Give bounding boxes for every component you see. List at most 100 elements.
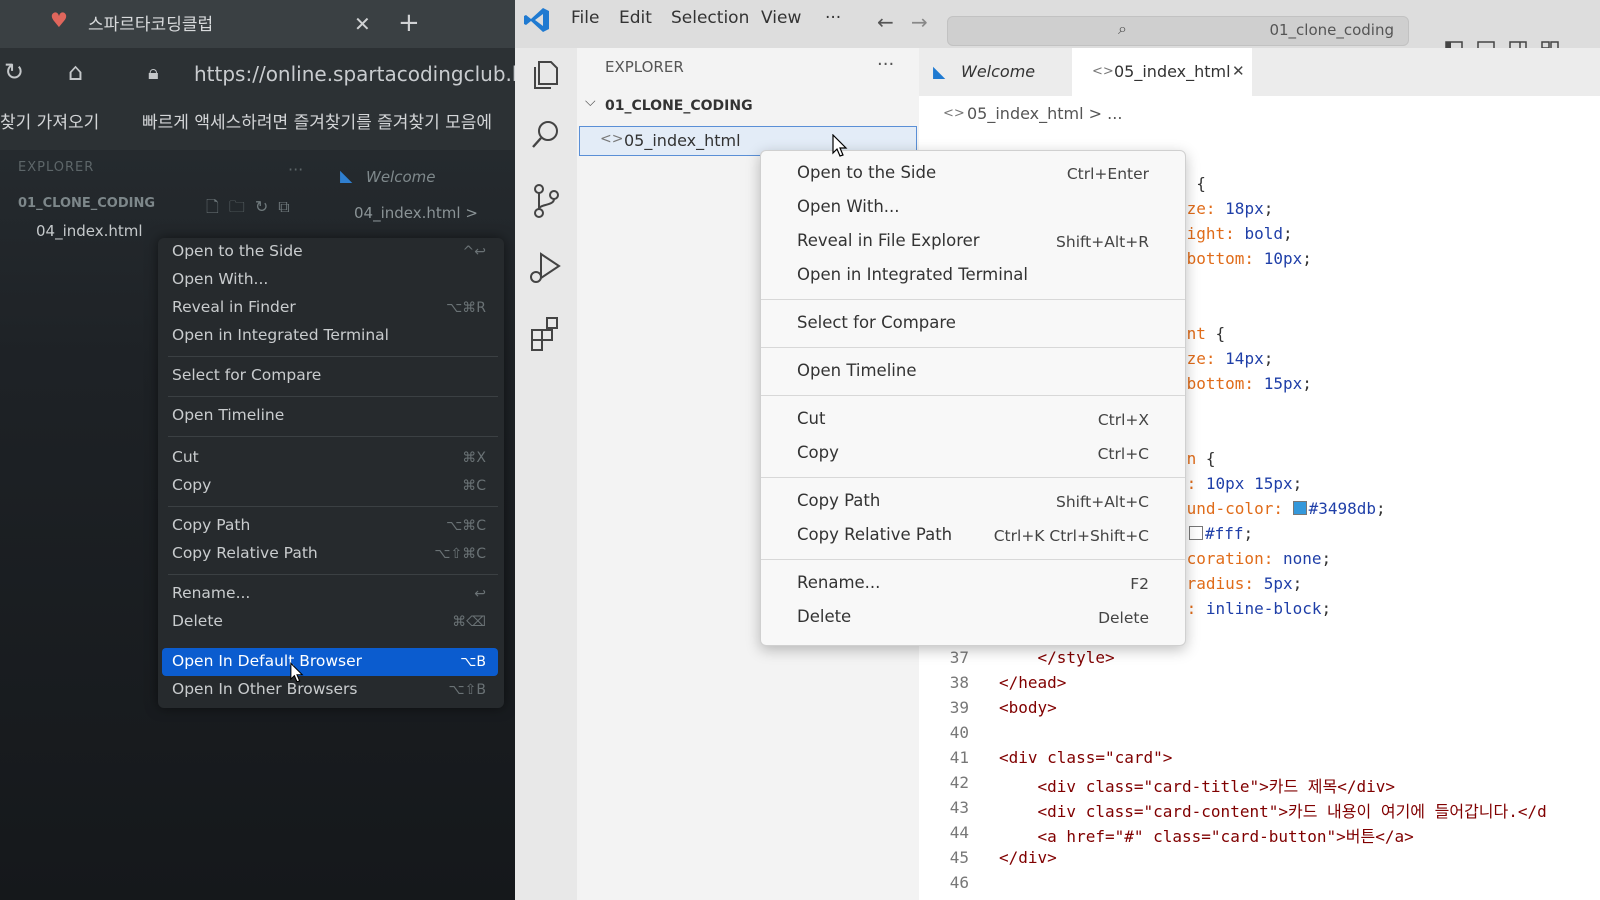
extensions-icon[interactable] [525, 312, 567, 354]
code-fragment: -radius: 5px; [1177, 574, 1303, 593]
code-fragment: #fff; [1189, 524, 1253, 543]
menu-shortcut: ⌘C [462, 478, 486, 494]
menu-item-delete[interactable]: Delete [172, 612, 223, 630]
menu-file[interactable]: File [571, 8, 599, 28]
menu-item-open-timeline[interactable]: Open Timeline [797, 361, 916, 380]
code-line[interactable]: </style> [999, 648, 1115, 667]
home-icon[interactable]: ⌂ [68, 58, 83, 86]
reload-icon[interactable]: ↻ [4, 58, 24, 86]
line-number: 43 [949, 798, 969, 817]
new-tab-icon[interactable]: + [398, 8, 420, 38]
code-line[interactable]: <div class="card-title">카드 제목</div> [999, 773, 1396, 797]
title-bar: File Edit Selection View ··· ← → ⌕ 01_cl… [515, 0, 1600, 57]
menu-item-open-other-browsers[interactable]: Open In Other Browsers [172, 680, 357, 698]
line-number: 46 [949, 873, 969, 892]
menu-shortcut: ⌘⌫ [452, 614, 486, 630]
line-number: 38 [949, 673, 969, 692]
favorites-hint: 빠르게 액세스하려면 즐겨찾기를 즐겨찾기 모음에 [142, 113, 493, 133]
close-tab-icon[interactable]: ✕ [1232, 62, 1245, 80]
project-folder[interactable]: 01_CLONE_CODING [18, 196, 155, 211]
line-number: 42 [949, 773, 969, 792]
menu-shortcut: Ctrl+Enter [1066, 165, 1149, 183]
menu-edit[interactable]: Edit [619, 8, 652, 28]
search-input: 01_clone_coding [1269, 21, 1394, 39]
command-center-search[interactable]: ⌕ 01_clone_coding [947, 16, 1409, 46]
menu-item-open-to-side[interactable]: Open to the Side [172, 242, 303, 260]
menu-item-rename[interactable]: Rename... [797, 573, 880, 592]
menu-item-open-in-terminal[interactable]: Open in Integrated Terminal [797, 265, 1028, 284]
run-debug-icon[interactable] [525, 246, 567, 288]
color-swatch[interactable] [1292, 501, 1307, 515]
menu-shortcut: ↩ [474, 586, 486, 602]
background-browser-window: ♥ 스파르타코딩클럽 ✕ + ↻ ⌂ 🔒︎ https://online.spa… [0, 0, 520, 900]
explorer-more-actions-icon[interactable]: ··· [877, 54, 894, 75]
code-line[interactable]: </head> [999, 673, 1066, 692]
lock-icon: 🔒︎ [148, 60, 159, 84]
back-arrow-icon[interactable]: ← [877, 10, 894, 34]
menu-view[interactable]: View [761, 8, 801, 28]
forward-arrow-icon[interactable]: → [911, 10, 928, 34]
menu-item-open-timeline[interactable]: Open Timeline [172, 406, 284, 424]
code-line[interactable]: </div> [999, 848, 1057, 867]
color-swatch[interactable] [1189, 526, 1203, 540]
breadcrumb[interactable]: 05_index_html > ... [967, 104, 1122, 123]
menu-item-copy-relative-path[interactable]: Copy Relative Path [172, 544, 318, 562]
mouse-cursor-icon [290, 662, 304, 683]
menu-item-open-with[interactable]: Open With... [172, 270, 268, 288]
menu-separator [168, 574, 498, 575]
search-icon: ⌕ [1118, 19, 1127, 38]
menu-item-copy-path[interactable]: Copy Path [172, 516, 250, 534]
code-fragment: -bottom: 15px; [1177, 374, 1312, 393]
source-control-icon[interactable] [525, 180, 567, 222]
explorer-toolbar-icons[interactable]: 🗋🗀↻⧉ [206, 196, 300, 223]
code-line[interactable]: <div class="card-content">카드 내용이 여기에 들어갑… [999, 798, 1547, 822]
menu-shortcut: Ctrl+X [1097, 411, 1149, 429]
menu-item-open-terminal[interactable]: Open in Integrated Terminal [172, 326, 389, 344]
vscode-logo-icon: ◣ [340, 166, 353, 185]
menu-item-select-for-compare[interactable]: Select for Compare [797, 313, 956, 332]
menu-item-copy[interactable]: Copy [172, 476, 211, 494]
close-tab-icon[interactable]: ✕ [354, 12, 371, 36]
code-line[interactable]: <a href="#" class="card-button">버튼</a> [999, 823, 1414, 847]
menu-item-open-with[interactable]: Open With... [797, 197, 900, 216]
html-file-icon: <> [600, 131, 624, 147]
menu-item-open-default-browser[interactable]: Open In Default Browser [172, 652, 362, 670]
search-icon[interactable] [525, 114, 567, 156]
code-line[interactable]: <body> [999, 698, 1057, 717]
menu-item-copy[interactable]: Copy [797, 443, 839, 462]
menu-shortcut: ^↩ [462, 244, 486, 260]
menu-item-delete[interactable]: Delete [797, 607, 851, 626]
site-favicon-icon: ♥ [50, 8, 68, 32]
menu-item-reveal-in-finder[interactable]: Reveal in Finder [172, 298, 296, 316]
tab-welcome[interactable]: ◣ Welcome [919, 48, 1071, 96]
more-actions-icon[interactable]: ··· [288, 160, 303, 179]
menu-item-open-to-side[interactable]: Open to the Side [797, 163, 936, 182]
project-folder[interactable]: 01_CLONE_CODING [605, 98, 753, 114]
menu-more[interactable]: ··· [825, 8, 841, 28]
menu-item-select-compare[interactable]: Select for Compare [172, 366, 321, 384]
explorer-file[interactable]: 04_index.html [36, 222, 143, 240]
menu-selection[interactable]: Selection [671, 8, 749, 28]
tab-05-index-html[interactable]: <> 05_index_html ✕ [1072, 48, 1252, 96]
menu-separator [761, 477, 1185, 478]
activity-bar [515, 48, 577, 900]
html-file-icon: <> [1092, 64, 1114, 79]
welcome-tab[interactable]: Welcome [366, 168, 436, 186]
file-name: 05_index_html [624, 131, 741, 150]
tab-label: 05_index_html [1114, 62, 1231, 81]
favorites-import[interactable]: 찾기 가져오기 [0, 108, 99, 133]
code-line[interactable]: <div class="card"> [999, 748, 1172, 767]
menu-item-rename[interactable]: Rename... [172, 584, 250, 602]
explorer-icon[interactable] [525, 54, 567, 96]
menu-item-cut[interactable]: Cut [797, 409, 825, 428]
chevron-down-icon[interactable]: ⌵ [585, 94, 596, 110]
menu-item-copy-relative-path[interactable]: Copy Relative Path [797, 525, 952, 544]
menu-separator [168, 436, 498, 437]
menu-item-cut[interactable]: Cut [172, 448, 199, 466]
breadcrumb[interactable]: 04_index.html > [354, 204, 478, 222]
url-field[interactable]: https://online.spartacodingclub.kr/er [194, 62, 520, 86]
menu-item-reveal-in-file-explorer[interactable]: Reveal in File Explorer [797, 231, 980, 250]
vscode-logo-icon: ◣ [933, 62, 946, 81]
menu-item-copy-path[interactable]: Copy Path [797, 491, 880, 510]
browser-tab-title[interactable]: 스파르타코딩클럽 [88, 10, 213, 35]
